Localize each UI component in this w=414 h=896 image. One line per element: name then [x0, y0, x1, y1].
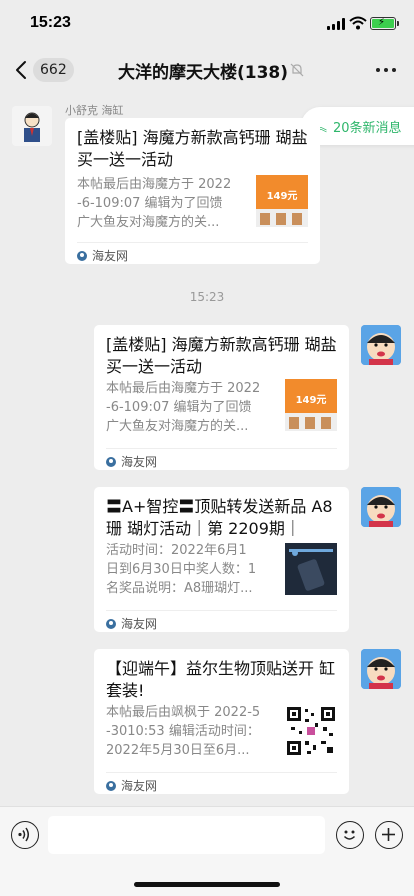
self-avatar[interactable] [361, 487, 401, 527]
card-source: 海友网 [77, 247, 128, 264]
message-text-input[interactable] [48, 816, 325, 854]
card-title: 〓A+智控〓顶贴转发送新品 A8珊 瑚灯活动｜第 2209期｜ [106, 497, 333, 538]
back-arrow-icon[interactable] [12, 58, 32, 82]
link-card[interactable]: 【迎端午】益尔生物顶贴送开 缸套装! 本帖最后由飒枫于 2022-5 -3010… [94, 649, 349, 794]
emoji-button[interactable] [336, 821, 364, 849]
unread-count-badge[interactable]: 662 [33, 58, 74, 82]
link-card[interactable]: [盖楼贴] 海魔方新款高钙珊 瑚盐买一送一活动 本帖最后由海魔方于 2022 -… [94, 325, 349, 470]
card-description: 本帖最后由海魔方于 2022 -6-109:07 编辑为了回馈 广大鱼友对海魔方… [106, 381, 261, 434]
source-logo-icon [77, 250, 87, 261]
battery-tip [397, 21, 399, 26]
card-description: 活动时间：2022年6月1 日到6月30日中奖人数：1 名奖品说明：A8珊瑚灯.… [106, 543, 257, 596]
voice-input-button[interactable] [11, 821, 39, 849]
plus-icon [382, 828, 395, 841]
link-card[interactable]: [盖楼贴] 海魔方新款高钙珊 瑚盐买一送一活动 本帖最后由海魔方于 2022 -… [65, 118, 320, 264]
sender-name: 小舒克 海缸 [65, 104, 124, 117]
thumbnail-price: 149元 [296, 394, 327, 406]
sender-avatar[interactable] [12, 106, 52, 146]
source-label: 海友网 [121, 779, 158, 793]
card-title: [盖楼贴] 海魔方新款高钙珊 瑚盐买一送一活动 [77, 128, 308, 169]
chat-title: 大洋的摩天大楼(138) [118, 63, 289, 83]
card-source: 海友网 [106, 777, 157, 794]
more-options-button[interactable] [376, 62, 398, 78]
card-title: 【迎端午】益尔生物顶贴送开 缸套装! [106, 659, 336, 700]
qr-code-thumbnail [285, 705, 337, 757]
chat-header: 662 大洋的摩天大楼(138) [0, 48, 414, 92]
card-source: 海友网 [106, 453, 157, 470]
card-title: [盖楼贴] 海魔方新款高钙珊 瑚盐买一送一活动 [106, 335, 337, 376]
cellular-signal-icon [327, 18, 345, 30]
source-logo-icon [106, 618, 116, 629]
self-avatar[interactable] [361, 325, 401, 365]
plus-button[interactable] [375, 821, 403, 849]
thumbnail-price: 149元 [267, 190, 298, 202]
mute-bell-icon [290, 63, 304, 77]
status-bar: 15:23 ⚡ [0, 0, 414, 48]
link-card[interactable]: 〓A+智控〓顶贴转发送新品 A8珊 瑚灯活动｜第 2209期｜ 活动时间：202… [94, 487, 349, 632]
message-timestamp: 15:23 [189, 290, 225, 304]
card-thumbnail: 149元 [256, 175, 308, 227]
card-source: 海友网 [106, 615, 157, 632]
source-logo-icon [106, 780, 116, 791]
card-description: 本帖最后由飒枫于 2022-5 -3010:53 编辑活动时间： 2022年5月… [106, 705, 261, 758]
battery-icon: ⚡ [370, 17, 396, 30]
card-divider [77, 242, 308, 243]
wifi-icon [349, 16, 367, 30]
source-logo-icon [106, 456, 116, 467]
source-label: 海友网 [121, 617, 158, 631]
card-divider [106, 772, 337, 773]
smiley-icon [343, 830, 356, 840]
status-time: 15:23 [30, 14, 71, 31]
voice-waves-icon [18, 827, 29, 842]
card-thumbnail [285, 543, 337, 595]
card-divider [106, 610, 337, 611]
home-indicator [134, 882, 280, 887]
self-avatar[interactable] [361, 649, 401, 689]
card-divider [106, 448, 337, 449]
source-label: 海友网 [92, 249, 129, 263]
source-label: 海友网 [121, 455, 158, 469]
card-thumbnail: 149元 [285, 379, 337, 431]
new-messages-label: 20条新消息 [333, 120, 402, 136]
card-description: 本帖最后由海魔方于 2022 -6-109:07 编辑为了回馈 广大鱼友对海魔方… [77, 177, 232, 230]
